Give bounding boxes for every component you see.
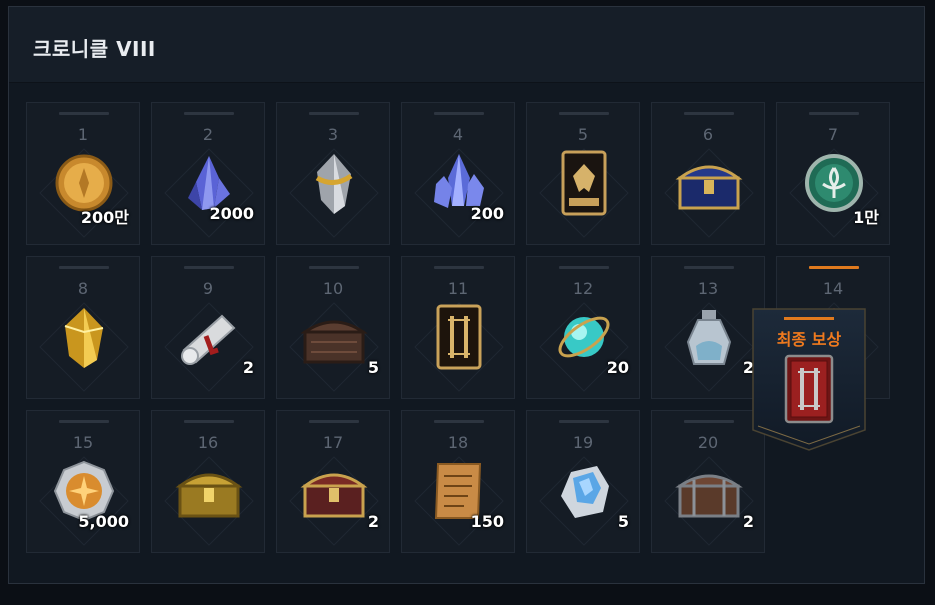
slot-quantity: 1만: [853, 208, 879, 227]
slot-number: 8: [77, 279, 89, 298]
reward-slot-18[interactable]: 18 150: [401, 410, 515, 553]
reward-slot-5[interactable]: 5: [526, 102, 640, 245]
panel-header: 크로니클 VIII: [9, 7, 924, 83]
slot-quantity: 200만: [80, 208, 129, 227]
red-gold-chest-icon: [300, 473, 368, 518]
slot-indicator-bar: [184, 420, 234, 423]
reward-slot-20[interactable]: 20 2: [651, 410, 765, 553]
red-card-icon: [784, 354, 834, 424]
iron-chest-icon: [675, 474, 743, 518]
reward-slot-17[interactable]: 17 2: [276, 410, 390, 553]
reward-slot-15[interactable]: 15 5,000: [26, 410, 140, 553]
slot-number: 12: [572, 279, 594, 298]
slot-number: 13: [697, 279, 719, 298]
slot-indicator-bar: [434, 420, 484, 423]
scroll-icon: [181, 314, 236, 365]
slot-indicator-bar: [59, 266, 109, 269]
gold-card-icon: [436, 304, 482, 370]
gold-chest-icon: [175, 473, 243, 518]
reward-slot-2[interactable]: 2 2000: [151, 102, 265, 245]
slot-indicator-bar: [59, 420, 109, 423]
reward-slot-13[interactable]: 13 2: [651, 256, 765, 399]
slot-quantity: 5: [617, 512, 629, 531]
slot-indicator-bar: [559, 266, 609, 269]
slot-number: 5: [577, 125, 589, 144]
slot-number: 16: [197, 433, 219, 452]
reward-slot-8[interactable]: 8: [26, 256, 140, 399]
final-reward-banner[interactable]: 최종 보상: [752, 308, 866, 451]
slot-number: 18: [447, 433, 469, 452]
slot-indicator-bar: [434, 112, 484, 115]
slot-quantity: 2: [367, 512, 379, 531]
slot-quantity: 5: [367, 358, 379, 377]
reward-slot-6[interactable]: 6: [651, 102, 765, 245]
crystal-ore-icon: [561, 466, 609, 518]
blue-gold-chest-icon: [675, 165, 743, 210]
reward-slot-1[interactable]: 1 200만: [26, 102, 140, 245]
reward-slot-4[interactable]: 4 200: [401, 102, 515, 245]
slot-indicator-bar: [309, 112, 359, 115]
final-reward-label: 최종 보상: [776, 330, 842, 349]
slot-number: 14: [822, 279, 844, 298]
hero-card-icon: [561, 150, 607, 216]
slot-indicator-bar: [434, 266, 484, 269]
slot-number: 17: [322, 433, 344, 452]
slot-number: 19: [572, 433, 594, 452]
potion-jar-icon: [686, 310, 732, 365]
slot-indicator-bar: [809, 112, 859, 115]
slot-indicator-bar: [309, 420, 359, 423]
slot-quantity: 2: [742, 512, 754, 531]
slot-number: 10: [322, 279, 344, 298]
slot-indicator-bar: [59, 112, 109, 115]
slot-number: 11: [447, 279, 469, 298]
slot-indicator-bar: [559, 112, 609, 115]
slot-quantity: 20: [606, 358, 629, 377]
silver-gold-stone-icon: [315, 154, 353, 214]
reward-slot-9[interactable]: 92: [151, 256, 265, 399]
slot-number: 20: [697, 433, 719, 452]
slot-number: 4: [452, 125, 464, 144]
slot-indicator-bar: [184, 266, 234, 269]
slot-quantity: 2000: [209, 204, 254, 223]
slot-number: 2: [202, 125, 214, 144]
slot-indicator-bar: [684, 266, 734, 269]
reward-slot-16[interactable]: 16: [151, 410, 265, 553]
slot-quantity: 2: [242, 358, 254, 377]
reward-slot-11[interactable]: 11: [401, 256, 515, 399]
slot-number: 6: [702, 125, 714, 144]
slot-indicator-bar: [684, 112, 734, 115]
slot-indicator-bar: [309, 266, 359, 269]
slot-quantity: 150: [470, 512, 504, 531]
panel-title: 크로니클 VIII: [33, 37, 156, 61]
reward-slot-3[interactable]: 3: [276, 102, 390, 245]
slot-number: 7: [827, 125, 839, 144]
slot-indicator-bar: [559, 420, 609, 423]
reward-slot-19[interactable]: 19 5: [526, 410, 640, 553]
slot-quantity: 200: [470, 204, 504, 223]
slot-number: 9: [202, 279, 214, 298]
gold-stone-icon: [64, 308, 104, 368]
slot-number: 1: [77, 125, 89, 144]
slot-indicator-bar: [684, 420, 734, 423]
slot-indicator-bar: [809, 266, 859, 269]
reward-slot-7[interactable]: 7 1만: [776, 102, 890, 245]
slot-indicator-bar: [184, 112, 234, 115]
dark-chest-icon: [300, 320, 368, 364]
slot-number: 3: [327, 125, 339, 144]
slot-number: 15: [72, 433, 94, 452]
slot-quantity: 5,000: [78, 512, 129, 531]
final-accent-bar: [784, 317, 834, 320]
reward-slot-12[interactable]: 12 20: [526, 256, 640, 399]
reward-slot-10[interactable]: 10 5: [276, 256, 390, 399]
